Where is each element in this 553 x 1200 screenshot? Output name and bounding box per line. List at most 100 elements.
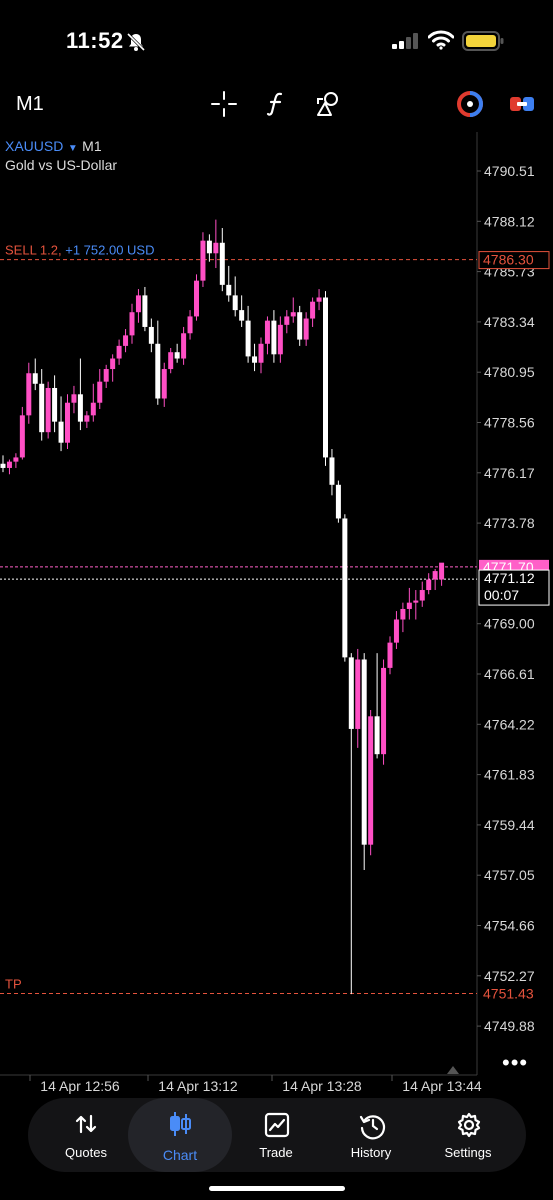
timeframe-selector[interactable]: M1 (16, 93, 44, 116)
candle-body (168, 352, 174, 370)
candle-body (90, 402, 96, 416)
candle (355, 648, 361, 748)
candle (290, 297, 296, 323)
nav-chart[interactable]: Chart (128, 1098, 232, 1172)
nav-quotes-label: Quotes (65, 1145, 107, 1160)
y-tick-label: 4761.83 (484, 767, 535, 783)
candle-body (13, 457, 19, 462)
candle-body (368, 716, 374, 845)
price-chart[interactable]: SELL 1.2, +1 752.00 USD TP 4790.51 4788.12… (0, 132, 553, 1094)
y-tick-label: 4778.56 (484, 415, 535, 431)
candle-body (406, 602, 412, 609)
candle (110, 354, 116, 382)
candle (413, 590, 419, 620)
candle (393, 611, 399, 649)
candle-body (232, 295, 238, 311)
candle-body (142, 295, 148, 327)
candle-body (226, 284, 232, 296)
ticker-header[interactable]: XAUUSD ▼ M1 (5, 138, 102, 156)
trade-panel-icon[interactable] (508, 90, 536, 118)
candle (316, 289, 322, 311)
nav-history[interactable]: History (323, 1098, 419, 1172)
candle (310, 297, 316, 327)
candle (381, 659, 387, 765)
candle-body (84, 415, 90, 422)
candlestick-icon (170, 1112, 191, 1136)
candle-body (19, 415, 25, 458)
candle (226, 265, 232, 302)
sell-order-label[interactable]: SELL 1.2, +1 752.00 USD (5, 243, 155, 258)
candle (103, 364, 109, 388)
candle-body (123, 335, 129, 346)
crosshair-icon[interactable] (210, 90, 238, 118)
y-tick-label: 4757.05 (484, 867, 535, 883)
candle-body (361, 659, 367, 845)
x-tick-label: 14 Apr 12:56 (40, 1078, 120, 1094)
candle (271, 310, 277, 363)
x-tick-label: 14 Apr 13:28 (282, 1078, 362, 1094)
candle-body (245, 320, 251, 357)
indicators-icon[interactable] (262, 90, 290, 118)
nav-trade[interactable]: Trade (228, 1098, 324, 1172)
candle (84, 411, 90, 428)
bell-slash-icon (126, 32, 146, 52)
more-icon[interactable]: ••• (502, 1050, 528, 1076)
x-tick-label: 14 Apr 13:12 (158, 1078, 238, 1094)
y-tick-label: 4764.22 (484, 716, 535, 732)
candle-body (200, 240, 206, 281)
y-tick-label: 4749.88 (484, 1018, 535, 1034)
candle (439, 562, 445, 586)
candle (361, 653, 367, 870)
candle-body (161, 369, 167, 399)
y-tick-label: 4752.27 (484, 968, 535, 984)
candle-body (329, 457, 335, 485)
candle (13, 453, 19, 468)
candle (432, 568, 438, 591)
candle (368, 709, 374, 856)
candle-body (271, 320, 277, 355)
nav-quotes[interactable]: Quotes (38, 1098, 134, 1172)
scroll-end-icon[interactable] (447, 1066, 459, 1074)
candle (303, 312, 309, 346)
candle-body (303, 318, 309, 340)
one-click-trading-icon[interactable] (456, 90, 484, 118)
candle (116, 339, 122, 365)
candle (129, 303, 135, 344)
candle-body (194, 280, 199, 317)
candle-body (26, 373, 32, 416)
candle (245, 305, 251, 363)
candle-body (174, 352, 180, 359)
history-clock-icon (359, 1115, 386, 1140)
candle (142, 286, 148, 332)
candle (387, 636, 393, 675)
candle (148, 318, 154, 353)
candle-body (439, 562, 445, 580)
home-indicator (209, 1186, 345, 1191)
candle (348, 653, 354, 995)
candle (200, 232, 206, 287)
candle-body (52, 387, 58, 422)
take-profit-label[interactable]: TP (5, 976, 22, 991)
candle-body (432, 571, 438, 580)
candle (181, 326, 187, 365)
nav-settings-label: Settings (444, 1145, 492, 1160)
candle (77, 358, 83, 431)
candle-body (187, 316, 193, 334)
sell-order-side: SELL 1.2, (5, 243, 65, 258)
nav-settings[interactable]: Settings (420, 1098, 516, 1172)
candle-body (316, 297, 322, 302)
sell-order-pnl: +1 752.00 USD (65, 243, 154, 258)
candle-body (258, 343, 264, 363)
ticker-symbol[interactable]: XAUUSD (5, 138, 63, 154)
candle-body (264, 320, 270, 344)
candle (406, 587, 412, 620)
candle-body (297, 312, 303, 340)
ticker-timeframe: M1 (82, 138, 102, 154)
candle (426, 573, 432, 595)
candle-body (103, 369, 109, 382)
candle (19, 406, 25, 460)
objects-icon[interactable] (314, 90, 342, 118)
ticker-dropdown-icon[interactable]: ▼ (68, 143, 78, 154)
candle (335, 480, 341, 523)
nav-trade-label: Trade (259, 1145, 293, 1160)
